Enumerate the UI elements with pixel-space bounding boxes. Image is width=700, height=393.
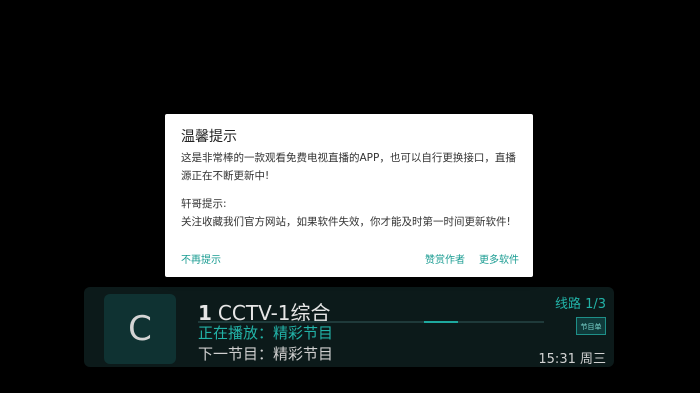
dialog-section-body: 关注收藏我们官方网站，如果软件失效，你才能及时第一时间更新软件! <box>181 216 511 228</box>
tip-author-button[interactable]: 赞赏作者 <box>425 251 465 266</box>
route-indicator: 线路 1/3 <box>554 297 606 312</box>
dialog-section-title: 轩哥提示: <box>181 198 227 210</box>
more-apps-button[interactable]: 更多软件 <box>479 251 519 266</box>
program-progress-fill <box>424 321 458 323</box>
notice-dialog: 温馨提示 这是非常棒的一款观看免费电视直播的APP，也可以自行更换接口，直播源正… <box>165 114 533 277</box>
next-program-label: 下一节目：精彩节目 <box>198 345 334 363</box>
dialog-message: 这是非常棒的一款观看免费电视直播的APP，也可以自行更换接口，直播源正在不断更新… <box>181 149 519 231</box>
dialog-title: 温馨提示 <box>181 129 237 145</box>
epg-button[interactable]: 节目单 <box>576 317 606 335</box>
channel-info-bar: C 1 CCTV-1综合 正在播放：精彩节目 下一节目：精彩节目 线路 1/3 节… <box>84 287 614 367</box>
now-playing-label: 正在播放：精彩节目 <box>198 324 334 342</box>
channel-logo: C <box>104 294 176 364</box>
clock-label: 15:31 周三 <box>538 352 606 367</box>
dont-show-again-button[interactable]: 不再提示 <box>181 251 221 266</box>
channel-logo-letter: C <box>128 309 152 349</box>
dialog-message-line: 这是非常棒的一款观看免费电视直播的APP，也可以自行更换接口，直播源正在不断更新… <box>181 152 516 182</box>
tv-player-screen: C 1 CCTV-1综合 正在播放：精彩节目 下一节目：精彩节目 线路 1/3 节… <box>0 0 700 393</box>
